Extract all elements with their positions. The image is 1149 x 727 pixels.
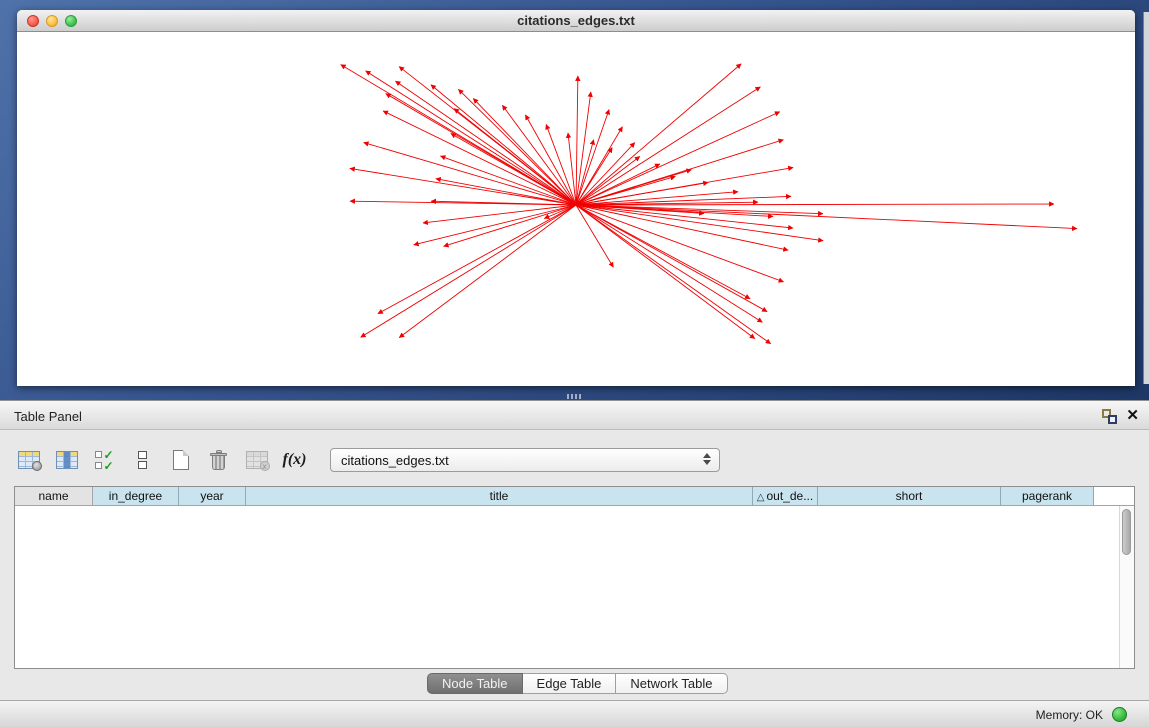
column-header-year[interactable]: year	[179, 487, 246, 505]
memory-status-icon[interactable]	[1112, 707, 1127, 722]
show-columns-icon	[56, 451, 78, 469]
float-window-icon[interactable]	[1102, 409, 1117, 424]
graph-edge	[341, 65, 576, 205]
network-canvas[interactable]	[17, 33, 1135, 386]
column-header-short[interactable]: short	[818, 487, 1001, 505]
tab-network-table[interactable]: Network Table	[616, 673, 727, 694]
window-titlebar[interactable]: citations_edges.txt	[17, 10, 1135, 32]
function-builder-icon: f(x)	[283, 451, 307, 469]
column-header-name[interactable]: name	[15, 487, 93, 505]
delete-table-button[interactable]: x	[240, 444, 273, 477]
network-canvas-svg[interactable]	[17, 33, 1135, 386]
graph-edge	[378, 205, 576, 314]
column-header-pagerank[interactable]: pagerank	[1001, 487, 1094, 505]
graph-edge	[576, 205, 823, 241]
network-window: citations_edges.txt	[17, 10, 1135, 386]
new-file-icon	[173, 450, 189, 470]
graph-edge	[423, 205, 576, 223]
column-header-in-degree[interactable]: in_degree	[93, 487, 179, 505]
row-tools-button[interactable]	[126, 444, 159, 477]
minimize-window-icon[interactable]	[46, 15, 58, 27]
table-panel-titlebar: Table Panel ✕	[0, 400, 1149, 430]
graph-edge	[414, 205, 576, 245]
delete-button[interactable]	[202, 444, 235, 477]
network-desktop: citations_edges.txt	[0, 0, 1149, 400]
graph-edge	[576, 156, 640, 205]
window-title: citations_edges.txt	[17, 10, 1135, 31]
column-header-out-degree[interactable]: △out_de...	[753, 487, 818, 505]
function-builder-button[interactable]: f(x)	[278, 444, 311, 477]
new-file-button[interactable]	[164, 444, 197, 477]
graph-edge	[576, 76, 578, 205]
graph-edge	[576, 205, 1077, 229]
table-scrollbar[interactable]	[1119, 506, 1134, 668]
dropdown-arrows-icon	[703, 453, 711, 465]
graph-edge	[399, 205, 576, 338]
table-header-row: name in_degree year title △out_de... sho…	[15, 487, 1134, 506]
select-columns-icon: ✓ ✓	[95, 449, 113, 471]
graph-edge	[444, 205, 576, 246]
table-panel: Table Panel ✕ ✓ ✓ x	[0, 400, 1149, 727]
delete-table-icon: x	[246, 451, 268, 469]
panel-splitter-grip[interactable]	[567, 394, 581, 399]
table-selector-dropdown[interactable]: citations_edges.txt	[330, 448, 720, 472]
select-columns-button[interactable]: ✓ ✓	[88, 444, 121, 477]
graph-edge	[576, 205, 755, 339]
traffic-lights	[27, 15, 77, 27]
graph-edge	[576, 168, 793, 205]
graph-edge	[576, 87, 760, 205]
graph-edge	[395, 81, 576, 205]
row-tools-icon	[138, 451, 147, 469]
table-settings-button[interactable]	[12, 444, 45, 477]
table-settings-icon	[18, 451, 40, 469]
show-columns-button[interactable]	[50, 444, 83, 477]
graph-edge	[440, 156, 576, 205]
sort-ascending-icon: △	[757, 492, 765, 503]
graph-edge	[451, 133, 576, 205]
graph-edge	[399, 67, 576, 205]
graph-edge	[576, 92, 591, 205]
table-scrollbar-thumb[interactable]	[1122, 509, 1131, 555]
status-bar: Memory: OK	[0, 700, 1149, 727]
tab-node-table[interactable]: Node Table	[427, 673, 523, 694]
graph-edge	[576, 112, 780, 205]
node-table: name in_degree year title △out_de... sho…	[14, 486, 1135, 669]
edges-layer	[341, 64, 1077, 344]
column-header-title[interactable]: title	[246, 487, 753, 505]
tab-edge-table[interactable]: Edge Table	[523, 673, 617, 694]
graph-edge	[361, 205, 576, 337]
close-icon[interactable]: ✕	[1126, 406, 1139, 424]
zoom-window-icon[interactable]	[65, 15, 77, 27]
column-header-filler	[1094, 487, 1134, 505]
trash-icon	[210, 450, 227, 470]
table-panel-title: Table Panel	[14, 409, 82, 424]
close-window-icon[interactable]	[27, 15, 39, 27]
graph-edge	[576, 205, 613, 267]
table-selector-value: citations_edges.txt	[341, 453, 449, 468]
memory-status-label: Memory: OK	[1036, 708, 1103, 722]
graph-edge	[350, 168, 576, 205]
collapsed-side-panel	[1143, 12, 1149, 384]
graph-edge	[576, 205, 767, 312]
table-toolbar: ✓ ✓ x f(x) citations_edges.txt	[12, 440, 720, 480]
table-tabs: Node Table Edge Table Network Table	[427, 673, 728, 694]
